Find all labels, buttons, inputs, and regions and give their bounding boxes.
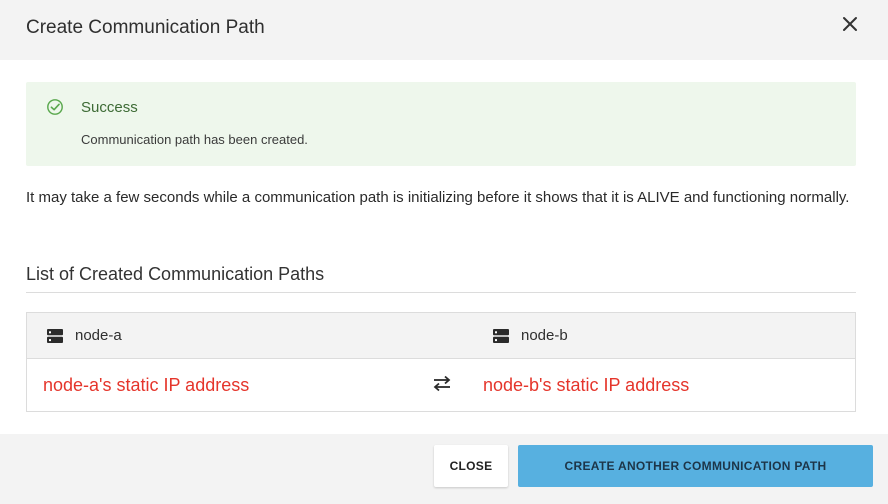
create-communication-path-dialog: Create Communication Path Success Commun… xyxy=(0,0,888,504)
column-label: node-a xyxy=(75,327,122,344)
check-circle-icon xyxy=(47,99,63,115)
server-icon xyxy=(493,329,509,343)
dialog-title: Create Communication Path xyxy=(26,17,265,38)
section-divider xyxy=(26,292,856,293)
communication-paths-table: node-a node-b node-a's static IP address xyxy=(26,312,856,412)
node-b-ip-annotation: node-b's static IP address xyxy=(483,375,690,395)
table-row: node-a's static IP address node-b's stat… xyxy=(27,359,855,411)
swap-arrows-icon xyxy=(433,375,451,392)
close-icon[interactable] xyxy=(838,12,862,36)
initialization-note: It may take a few seconds while a commun… xyxy=(26,189,850,206)
close-button[interactable]: CLOSE xyxy=(434,445,508,487)
success-alert: Success Communication path has been crea… xyxy=(26,82,856,166)
alert-message: Communication path has been created. xyxy=(81,132,308,147)
dialog-header: Create Communication Path xyxy=(0,0,888,60)
alert-title: Success xyxy=(81,99,138,116)
dialog-footer: CLOSE CREATE ANOTHER COMMUNICATION PATH xyxy=(0,434,888,504)
section-title: List of Created Communication Paths xyxy=(26,264,325,284)
column-label: node-b xyxy=(521,327,568,344)
node-a-ip-annotation: node-a's static IP address xyxy=(43,375,250,395)
create-another-path-button[interactable]: CREATE ANOTHER COMMUNICATION PATH xyxy=(518,445,873,487)
server-icon xyxy=(47,329,63,343)
table-header: node-a node-b xyxy=(27,313,855,359)
